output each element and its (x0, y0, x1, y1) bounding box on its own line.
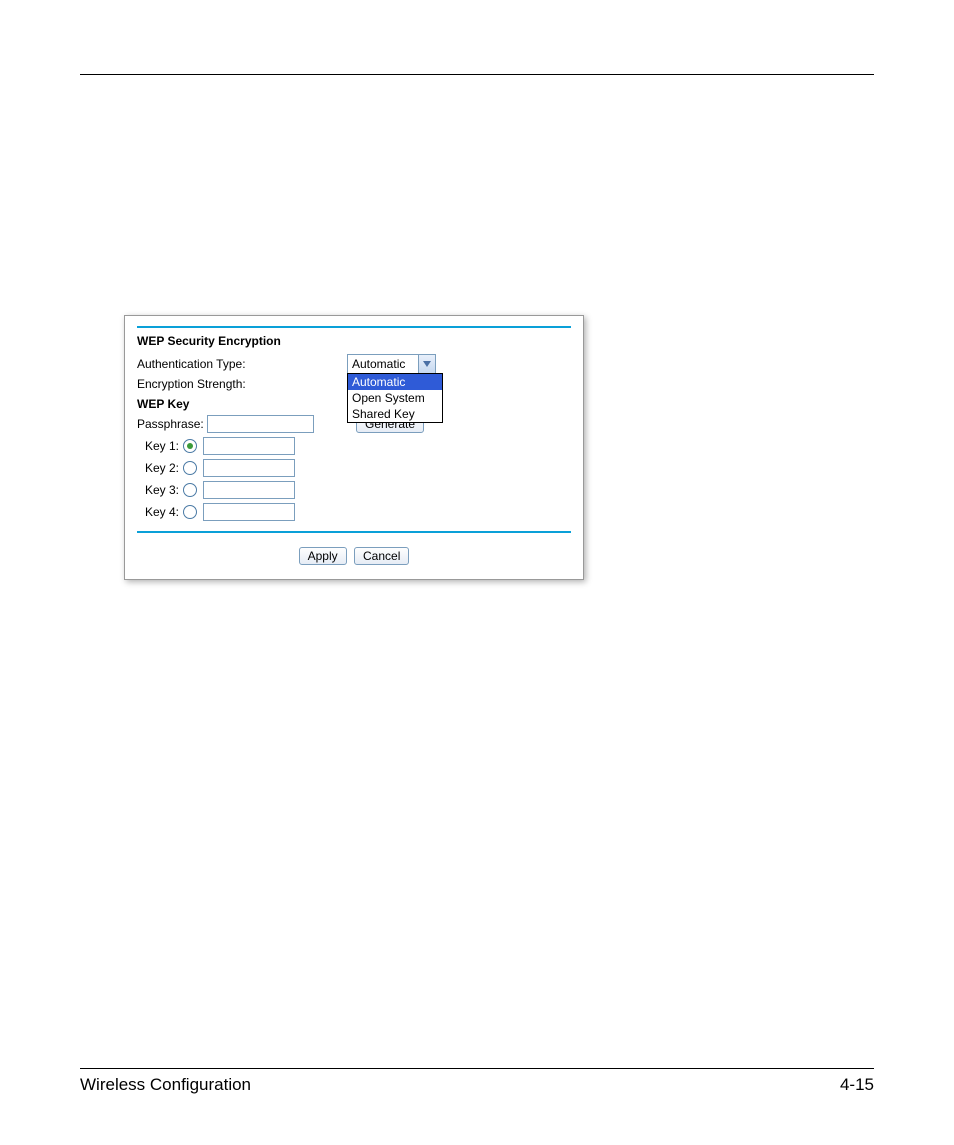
chevron-down-icon (418, 355, 435, 373)
key1-input[interactable] (203, 437, 295, 455)
section-title: WEP Security Encryption (137, 334, 571, 348)
dropdown-option-automatic[interactable]: Automatic (348, 374, 442, 390)
footer-page-number: 4-15 (840, 1075, 874, 1095)
apply-button[interactable]: Apply (299, 547, 347, 565)
auth-type-dropdown: Automatic Open System Shared Key (347, 373, 443, 423)
panel-top-rule (137, 326, 571, 328)
top-divider (80, 74, 874, 75)
wep-config-panel: WEP Security Encryption Authentication T… (124, 315, 584, 580)
dropdown-option-shared-key[interactable]: Shared Key (348, 406, 442, 422)
footer-divider (80, 1068, 874, 1069)
key4-radio[interactable] (183, 505, 197, 519)
key3-row: Key 3: (137, 481, 571, 499)
auth-type-label: Authentication Type: (137, 357, 347, 371)
key2-row: Key 2: (137, 459, 571, 477)
passphrase-label: Passphrase: (137, 417, 207, 431)
auth-type-value: Automatic (348, 357, 418, 371)
key1-label: Key 1: (137, 439, 183, 453)
cancel-button[interactable]: Cancel (354, 547, 409, 565)
key4-input[interactable] (203, 503, 295, 521)
passphrase-input[interactable] (207, 415, 314, 433)
key2-label: Key 2: (137, 461, 183, 475)
key3-label: Key 3: (137, 483, 183, 497)
key4-row: Key 4: (137, 503, 571, 521)
auth-type-select-wrap: Automatic Automatic Open System Shared K… (347, 354, 436, 374)
panel-footer-buttons: Apply Cancel (137, 543, 571, 565)
panel-bottom-rule (137, 531, 571, 533)
footer-left-text: Wireless Configuration (80, 1075, 251, 1095)
dropdown-option-open-system[interactable]: Open System (348, 390, 442, 406)
key1-radio[interactable] (183, 439, 197, 453)
key1-row: Key 1: (137, 437, 571, 455)
auth-type-select[interactable]: Automatic (347, 354, 436, 374)
key2-radio[interactable] (183, 461, 197, 475)
key3-input[interactable] (203, 481, 295, 499)
encryption-strength-label: Encryption Strength: (137, 377, 347, 391)
key4-label: Key 4: (137, 505, 183, 519)
auth-type-row: Authentication Type: Automatic Automatic… (137, 354, 571, 374)
key3-radio[interactable] (183, 483, 197, 497)
key2-input[interactable] (203, 459, 295, 477)
page-footer: Wireless Configuration 4-15 (80, 1068, 874, 1095)
